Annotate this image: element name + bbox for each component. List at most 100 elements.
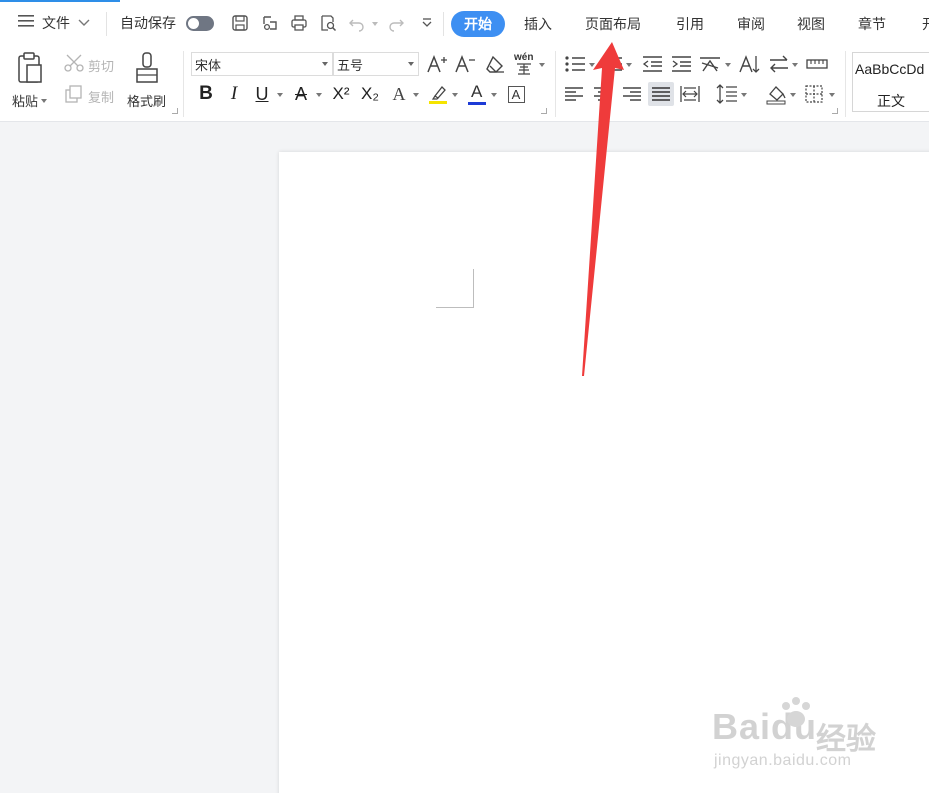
format-painter-label: 格式刷 [127,95,167,110]
text-direction-dropdown-icon[interactable] [792,63,798,67]
paste-label: 粘贴 [12,95,39,110]
superscript-button[interactable]: X² [328,82,354,106]
ruler-icon[interactable] [804,52,830,76]
redo-icon[interactable] [385,12,407,34]
text-effect-dropdown-icon[interactable] [413,93,419,97]
undo-dropdown-icon[interactable] [372,22,378,26]
highlight-icon[interactable] [425,82,451,106]
chinese-layout-dropdown-icon[interactable] [725,63,731,67]
paw-logo-icon [776,694,816,738]
increase-font-size-icon[interactable] [424,52,450,76]
decrease-indent-icon[interactable] [639,52,665,76]
character-border-button[interactable]: A [503,82,529,106]
style-name-label: 正文 [877,94,905,110]
font-size-value: 五号 [337,59,364,74]
numbered-list-icon[interactable] [599,52,625,76]
tab-insert[interactable]: 插入 [524,11,552,37]
font-color-dropdown-icon[interactable] [491,93,497,97]
subscript-button[interactable]: X₂ [357,82,383,106]
style-normal-card[interactable]: AaBbCcDd 正文 [852,52,929,112]
align-right-icon[interactable] [619,82,645,106]
format-painter-icon [132,51,162,89]
text-direction-icon[interactable] [736,52,762,76]
distributed-align-icon[interactable] [677,82,703,106]
customize-quick-access-icon[interactable] [416,12,438,34]
tab-page-layout[interactable]: 页面布局 [585,11,641,37]
clipboard-group-launcher[interactable] [172,108,178,114]
tab-more[interactable]: 开 [922,11,929,37]
hamburger-icon [18,15,36,31]
borders-dropdown-icon[interactable] [829,93,835,97]
align-center-icon[interactable] [590,82,616,106]
menu-divider [443,12,444,36]
shading-dropdown-icon[interactable] [790,93,796,97]
font-group-launcher[interactable] [541,108,547,114]
decrease-font-size-icon[interactable] [452,52,478,76]
output-icon[interactable] [259,12,281,34]
chevron-down-icon [322,62,328,66]
shading-icon[interactable] [763,82,789,106]
ribbon-divider [845,51,846,117]
baidu-watermark: Baidu 经验 jingyan.baidu.com [712,697,882,780]
tab-review[interactable]: 审阅 [737,11,765,37]
increase-indent-icon[interactable] [668,52,694,76]
undo-icon[interactable] [346,12,368,34]
tab-home[interactable]: 开始 [451,11,505,37]
underline-button[interactable]: U [249,82,275,106]
italic-button[interactable]: I [221,82,247,106]
paragraph-group-launcher[interactable] [832,108,838,114]
print-icon[interactable] [288,12,310,34]
highlight-dropdown-icon[interactable] [452,93,458,97]
autosave-label: 自动保存 [120,16,176,32]
phonetic-guide-button[interactable]: wén [511,52,539,76]
chevron-down-icon [78,15,90,31]
line-spacing-icon[interactable] [714,82,740,106]
character-border-label: A [507,85,525,103]
page-margin-marker [436,269,474,308]
bold-button[interactable]: B [193,82,219,106]
copy-label: 复制 [88,90,115,106]
numbered-list-dropdown-icon[interactable] [626,63,632,67]
font-name-value: 宋体 [195,59,222,74]
tab-view[interactable]: 视图 [797,11,825,37]
window-accent-line [0,0,120,2]
clear-format-icon[interactable] [482,52,508,76]
strikethrough-dropdown-icon[interactable] [316,93,322,97]
text-effect-button[interactable]: A [386,82,412,106]
underline-dropdown-icon[interactable] [277,93,283,97]
cut-label: 剪切 [88,59,115,75]
format-painter-button[interactable]: 格式刷 [127,51,166,110]
strikethrough-button[interactable]: A [288,82,314,106]
font-name-combo[interactable]: 宋体 [191,52,333,76]
font-color-swatch [468,102,486,105]
autosave-toggle[interactable] [186,16,214,31]
cut-button[interactable]: 剪切 [64,54,114,76]
font-size-combo[interactable]: 五号 [333,52,419,76]
file-menu-label: 文件 [42,16,70,32]
font-color-button[interactable]: A [464,82,490,106]
align-left-icon[interactable] [561,82,587,106]
tab-chapter[interactable]: 章节 [858,11,886,37]
justify-icon[interactable] [648,82,674,106]
bullet-list-dropdown-icon[interactable] [589,63,595,67]
font-color-label: A [471,82,483,101]
phonetic-dropdown-icon[interactable] [539,63,545,67]
print-preview-icon[interactable] [317,12,339,34]
save-icon[interactable] [229,12,251,34]
menu-bar: 文件 自动保存 开始 插入 页面布局 引用 审阅 视图 章节 开 [0,0,929,47]
paste-icon [15,51,45,89]
paste-button[interactable]: 粘贴 [12,51,48,110]
text-direction-swap-icon[interactable] [766,52,792,76]
paste-dropdown-icon[interactable] [41,98,48,103]
chinese-layout-icon[interactable] [697,52,723,76]
borders-icon[interactable] [801,82,827,106]
chevron-down-icon [408,62,414,66]
ribbon-toolbar: 粘贴 剪切 复制 格式刷 宋体 五号 wén B I U A X² X₂ A A… [0,47,929,122]
style-preview-text: AaBbCcDd [855,61,925,77]
document-page[interactable] [279,152,929,793]
copy-button[interactable]: 复制 [64,85,114,107]
bullet-list-icon[interactable] [562,52,588,76]
line-spacing-dropdown-icon[interactable] [741,93,747,97]
file-menu-button[interactable]: 文件 [18,8,90,38]
tab-references[interactable]: 引用 [676,11,704,37]
